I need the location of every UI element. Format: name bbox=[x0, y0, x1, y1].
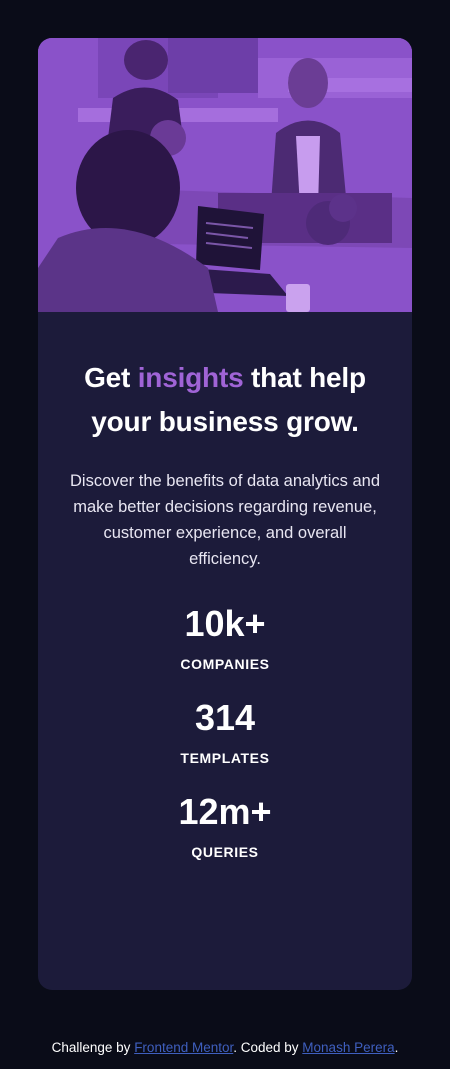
stats-list: 10k+ COMPANIES 314 TEMPLATES 12m+ QUERIE… bbox=[38, 602, 412, 860]
office-photo-illustration bbox=[38, 38, 412, 312]
headline: Get insights that help your business gro… bbox=[68, 356, 382, 444]
stat-label: QUERIES bbox=[191, 844, 259, 860]
stat-queries: 12m+ QUERIES bbox=[38, 790, 412, 860]
stat-value: 314 bbox=[194, 697, 256, 738]
hero-image bbox=[38, 38, 412, 312]
attribution-suffix: . bbox=[394, 1040, 399, 1055]
stat-templates: 314 TEMPLATES bbox=[38, 696, 412, 766]
stat-value: 10k+ bbox=[184, 603, 266, 644]
attribution: Challenge by Frontend Mentor. Coded by M… bbox=[0, 1040, 450, 1055]
description: Discover the benefits of data analytics … bbox=[69, 472, 380, 568]
headline-text-start: Get bbox=[84, 362, 138, 393]
stat-companies: 10k+ COMPANIES bbox=[38, 602, 412, 672]
card-content: Get insights that help your business gro… bbox=[38, 312, 412, 884]
attribution-middle: . Coded by bbox=[233, 1040, 303, 1055]
stat-label: COMPANIES bbox=[180, 656, 270, 672]
attribution-prefix: Challenge by bbox=[51, 1040, 135, 1055]
stats-card: Get insights that help your business gro… bbox=[38, 38, 412, 990]
frontend-mentor-link[interactable]: Frontend Mentor bbox=[134, 1040, 233, 1055]
headline-accent: insights bbox=[137, 362, 244, 393]
stat-label: TEMPLATES bbox=[180, 750, 270, 766]
stat-value: 12m+ bbox=[178, 791, 272, 832]
author-link[interactable]: Monash Perera bbox=[302, 1040, 394, 1055]
